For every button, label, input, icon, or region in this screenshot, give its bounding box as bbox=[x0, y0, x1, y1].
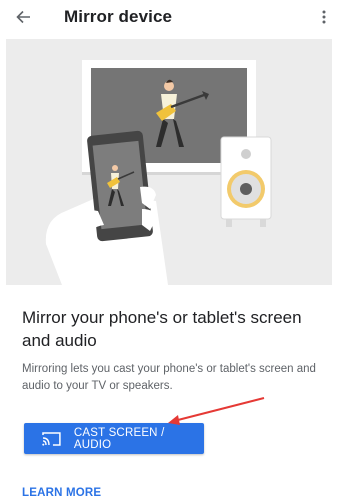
more-vert-icon bbox=[322, 10, 326, 24]
speaker-icon bbox=[220, 136, 272, 227]
headline: Mirror your phone's or tablet's screen a… bbox=[22, 308, 302, 350]
description-text: Mirroring lets you cast your phone's or … bbox=[22, 363, 316, 392]
cast-button-label: CAST SCREEN / AUDIO bbox=[73, 426, 165, 451]
cast-screen-audio-button[interactable]: CAST SCREEN / AUDIO bbox=[24, 423, 204, 454]
arrow-back-icon bbox=[16, 10, 30, 24]
app-bar: Mirror device bbox=[0, 0, 342, 38]
page-title: Mirror device bbox=[64, 7, 173, 26]
cast-icon bbox=[42, 431, 61, 446]
learn-more-link[interactable]: LEARN MORE bbox=[22, 487, 101, 499]
overflow-menu-button[interactable] bbox=[314, 4, 334, 30]
back-button[interactable] bbox=[10, 4, 36, 30]
red-annotation-arrow bbox=[168, 397, 265, 425]
hero-illustration bbox=[6, 39, 332, 285]
